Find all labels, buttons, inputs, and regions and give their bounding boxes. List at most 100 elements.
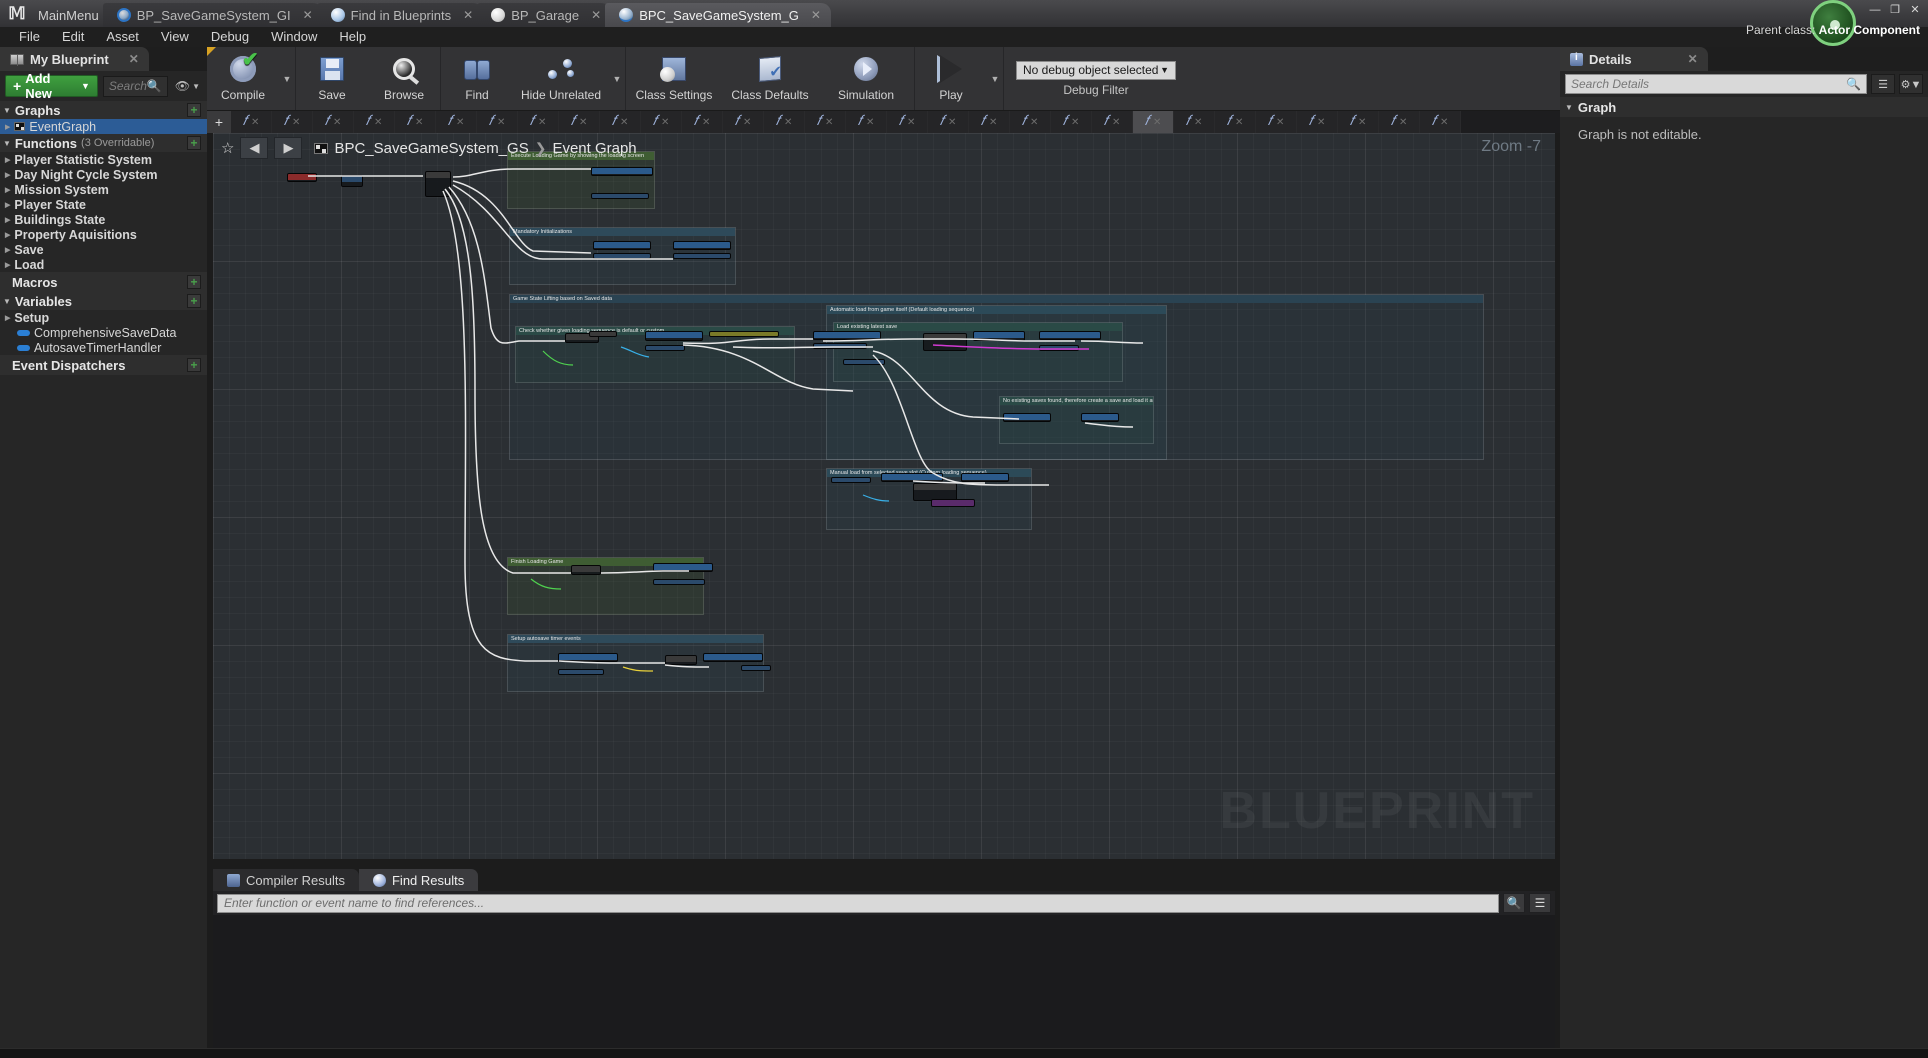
tab-find-in-blueprints[interactable]: Find in Blueprints ✕ xyxy=(316,3,484,27)
function-item-player-state[interactable]: ▶ Player State xyxy=(0,197,207,212)
graph-node[interactable] xyxy=(425,171,451,197)
function-item-mission-system[interactable]: ▶ Mission System xyxy=(0,182,207,197)
close-icon[interactable]: ✕ xyxy=(1317,117,1325,128)
graph-node[interactable] xyxy=(571,565,601,575)
close-icon[interactable]: ✕ xyxy=(251,117,259,128)
play-options-caret-icon[interactable]: ▼ xyxy=(987,47,1003,110)
graph-node[interactable] xyxy=(591,193,649,199)
function-item-property-aquisitions[interactable]: ▶ Property Aquisitions xyxy=(0,227,207,242)
function-tab[interactable]: 𝑓 ✕ xyxy=(1051,111,1092,133)
function-tab[interactable]: 𝑓 ✕ xyxy=(1133,111,1174,133)
close-icon[interactable]: ✕ xyxy=(1071,117,1079,128)
graph-node[interactable] xyxy=(881,473,943,482)
close-icon[interactable]: ✕ xyxy=(456,117,464,128)
function-tab[interactable]: 𝑓 ✕ xyxy=(805,111,846,133)
graph-node[interactable] xyxy=(589,331,617,337)
breadcrumb-current[interactable]: Event Graph xyxy=(552,140,636,157)
close-icon[interactable]: ✕ xyxy=(333,117,341,128)
close-icon[interactable]: ✕ xyxy=(661,117,669,128)
graph-node[interactable] xyxy=(558,669,604,675)
function-tab[interactable]: 𝑓 ✕ xyxy=(231,111,272,133)
class-defaults-button[interactable]: Class Defaults xyxy=(722,47,818,110)
function-tab[interactable]: 𝑓 ✕ xyxy=(1092,111,1133,133)
tab-bpc-savegamesystem-g[interactable]: BPC_SaveGameSystem_G ✕ xyxy=(605,3,831,27)
function-tab[interactable]: 𝑓 ✕ xyxy=(1379,111,1420,133)
graph-node[interactable] xyxy=(653,579,705,585)
function-tab[interactable]: 𝑓 ✕ xyxy=(723,111,764,133)
function-tab[interactable]: 𝑓 ✕ xyxy=(682,111,723,133)
find-filter-icon[interactable]: ☰ xyxy=(1529,893,1551,913)
details-section-graph[interactable]: ▼ Graph xyxy=(1560,97,1928,117)
menu-edit[interactable]: Edit xyxy=(51,27,95,47)
graph-node[interactable] xyxy=(813,331,881,340)
close-icon[interactable]: ✕ xyxy=(463,8,473,22)
browse-button[interactable]: Browse xyxy=(368,47,440,110)
tab-bp-garage[interactable]: BP_Garage ✕ xyxy=(477,3,612,27)
graph-node[interactable] xyxy=(703,653,763,662)
function-tab[interactable]: 𝑓 ✕ xyxy=(969,111,1010,133)
close-icon[interactable]: ✕ xyxy=(989,117,997,128)
close-icon[interactable]: ✕ xyxy=(811,8,821,22)
tab-find-results[interactable]: Find Results xyxy=(358,869,479,891)
close-icon[interactable]: ✕ xyxy=(538,117,546,128)
favorite-star-icon[interactable]: ☆ xyxy=(221,139,234,157)
section-functions[interactable]: ▼ Functions (3 Overridable) + xyxy=(0,134,207,152)
function-tab[interactable]: 𝑓 ✕ xyxy=(436,111,477,133)
compile-options-caret-icon[interactable]: ▼ xyxy=(279,47,295,110)
variable-item-comprehensivesavedata[interactable]: ComprehensiveSaveData xyxy=(0,325,207,340)
breadcrumb-root[interactable]: BPC_SaveGameSystem_GS xyxy=(334,140,528,157)
function-tab[interactable]: 𝑓 ✕ xyxy=(641,111,682,133)
close-icon[interactable]: ✕ xyxy=(702,117,710,128)
add-macro-button[interactable]: + xyxy=(187,275,201,289)
window-tab-mainmenu[interactable]: MainMenu xyxy=(34,3,109,27)
close-icon[interactable]: ✕ xyxy=(1440,117,1448,128)
search-icon[interactable]: 🔍 xyxy=(1503,893,1525,913)
graph-node[interactable] xyxy=(973,331,1025,341)
back-arrow-icon[interactable]: ◀ xyxy=(240,137,269,159)
list-view-icon[interactable]: ☰ xyxy=(1871,74,1895,94)
graph-node[interactable] xyxy=(653,563,713,572)
function-item-day-night-cycle-system[interactable]: ▶ Day Night Cycle System xyxy=(0,167,207,182)
close-icon[interactable]: ✕ xyxy=(415,117,423,128)
add-function-button[interactable]: + xyxy=(187,136,201,150)
visibility-options-button[interactable]: 👁 ▼ xyxy=(173,79,202,93)
function-tab[interactable]: 𝑓 ✕ xyxy=(354,111,395,133)
close-icon[interactable]: ✕ xyxy=(948,117,956,128)
tab-compiler-results[interactable]: Compiler Results xyxy=(213,869,359,891)
function-tab[interactable]: 𝑓 ✕ xyxy=(518,111,559,133)
close-icon[interactable]: ✕ xyxy=(620,117,628,128)
add-graph-button[interactable]: + xyxy=(187,103,201,117)
add-new-button[interactable]: + Add New ▼ xyxy=(5,71,98,101)
close-icon[interactable]: ✕ xyxy=(129,52,139,66)
close-icon[interactable]: ✕ xyxy=(591,8,601,22)
graph-node[interactable] xyxy=(1039,331,1101,340)
close-icon[interactable]: ✕ xyxy=(1276,117,1284,128)
graph-node[interactable] xyxy=(1081,413,1119,422)
tab-bp-savegamesystem-gi[interactable]: BP_SaveGameSystem_GI ✕ xyxy=(102,3,323,27)
close-icon[interactable]: ✕ xyxy=(1358,117,1366,128)
variable-group-setup[interactable]: ▶ Setup xyxy=(0,310,207,325)
menu-help[interactable]: Help xyxy=(328,27,377,47)
function-item-save[interactable]: ▶ Save xyxy=(0,242,207,257)
hide-unrelated-button[interactable]: Hide Unrelated xyxy=(513,47,609,110)
graph-node[interactable] xyxy=(1039,345,1079,351)
graph-node[interactable] xyxy=(1003,413,1051,422)
graph-node[interactable] xyxy=(645,331,703,341)
graph-item-eventgraph[interactable]: ▶ EventGraph xyxy=(0,119,207,134)
variable-item-autosavetimerhandler[interactable]: AutosaveTimerHandler xyxy=(0,340,207,355)
close-icon[interactable]: ✕ xyxy=(866,117,874,128)
section-variables[interactable]: ▼ Variables + xyxy=(0,292,207,310)
graph-node[interactable] xyxy=(709,331,779,337)
section-event-dispatchers[interactable]: Event Dispatchers + xyxy=(0,355,207,375)
function-tab[interactable]: 𝑓 ✕ xyxy=(600,111,641,133)
graph-node[interactable] xyxy=(741,665,771,671)
menu-file[interactable]: File xyxy=(8,27,51,47)
close-icon[interactable]: ✕ xyxy=(292,117,300,128)
function-tab[interactable]: 𝑓 ✕ xyxy=(559,111,600,133)
graph-node[interactable] xyxy=(665,655,697,665)
debug-object-select[interactable]: No debug object selected ▼ xyxy=(1016,60,1176,80)
graph-node[interactable] xyxy=(813,343,867,349)
add-variable-button[interactable]: + xyxy=(187,294,201,308)
close-icon[interactable]: ✕ xyxy=(784,117,792,128)
play-button[interactable]: Play xyxy=(915,47,987,110)
